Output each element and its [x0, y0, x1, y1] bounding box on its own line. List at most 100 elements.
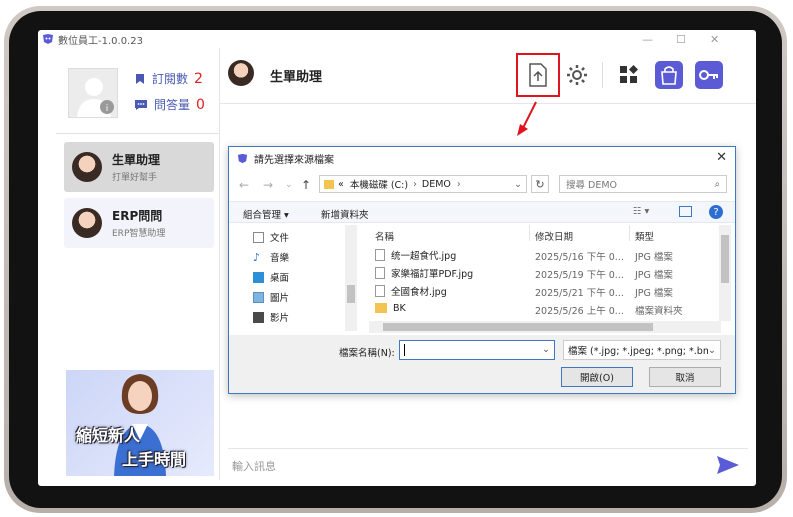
chevron-down-icon: ⌄ — [708, 344, 716, 356]
send-icon[interactable] — [716, 455, 740, 475]
search-input[interactable]: 搜尋 DEMO ⌕ — [559, 175, 727, 193]
preview-pane-icon[interactable] — [679, 206, 692, 217]
file-type: JPG 檔案 — [635, 288, 673, 299]
new-folder-button[interactable]: 新增資料夾 — [321, 207, 369, 221]
file-list-scrollbar[interactable] — [719, 225, 731, 321]
column-header-date[interactable]: 修改日期 — [535, 229, 573, 243]
tree-scroll-thumb[interactable] — [347, 285, 355, 303]
desktop-icon — [253, 271, 264, 283]
avatar[interactable]: i — [68, 68, 118, 118]
image-file-icon — [375, 249, 385, 261]
column-divider — [629, 225, 630, 241]
open-button[interactable]: 開啟(O) — [561, 367, 633, 387]
file-row[interactable]: 全國食材.jpg — [375, 283, 447, 299]
refresh-icon[interactable]: ↻ — [531, 175, 549, 193]
tree-item-videos[interactable]: 影片 — [253, 309, 289, 325]
subscriptions-stat: 訂閱數 2 — [134, 70, 203, 87]
annotation-arrow-icon — [517, 101, 537, 136]
app-window: 數位員工-1.0.0.23 — ☐ ✕ i 訂閱數 2 問答量 0 生單助理 打… — [38, 30, 756, 486]
path-dropdown-icon[interactable]: ⌄ — [514, 179, 522, 190]
shop-button[interactable] — [654, 60, 684, 90]
view-options-icon[interactable]: ☷ ▾ — [633, 206, 649, 217]
file-row[interactable]: 统一超食代.jpg — [375, 247, 456, 263]
tree-item-music[interactable]: ♪ 音樂 — [253, 249, 289, 265]
apps-grid-icon — [620, 65, 638, 83]
agent-subtitle: 打單好幫手 — [112, 173, 158, 183]
subscriptions-count: 2 — [194, 70, 203, 87]
license-key-button[interactable] — [694, 60, 724, 90]
path-segment[interactable]: 本機磁碟 (C:) — [350, 177, 408, 191]
promo-banner[interactable]: 縮短新人 上手時間 — [66, 370, 214, 476]
filetype-select[interactable]: 檔案 (*.jpg; *.jpeg; *.png; *.bm ⌄ — [563, 340, 721, 360]
subscriptions-label: 訂閱數 — [152, 72, 189, 86]
message-input[interactable]: 輸入訊息 — [232, 458, 276, 474]
settings-button[interactable] — [562, 60, 592, 90]
shopping-bag-icon — [655, 61, 683, 89]
help-icon[interactable]: ? — [709, 205, 723, 219]
questions-label: 問答量 — [154, 98, 191, 112]
column-header-type[interactable]: 類型 — [635, 229, 654, 243]
file-row[interactable]: BK — [375, 301, 406, 315]
tree-item-desktop[interactable]: 桌面 — [253, 269, 289, 285]
chat-input-bar: 輸入訊息 — [228, 448, 748, 478]
maximize-icon[interactable]: ☐ — [676, 30, 686, 48]
svg-text:i: i — [106, 104, 109, 114]
path-input[interactable]: « 本機磁碟 (C:) › DEMO › ⌄ — [319, 175, 527, 193]
dialog-toolbar: 組合管理 ▾ 新增資料夾 ☷ ▾ ? — [229, 201, 735, 223]
forward-icon[interactable]: → — [263, 178, 273, 192]
questions-stat: 問答量 0 — [134, 96, 205, 113]
agent-item-erp[interactable]: ERP問問 ERP智慧助理 — [64, 198, 214, 248]
file-date: 2025/5/21 下午 0... — [535, 288, 624, 299]
tree-item-pictures[interactable]: 圖片 — [253, 289, 289, 305]
agent-name: ERP問問 — [112, 209, 163, 223]
apps-button[interactable] — [614, 60, 644, 90]
header-avatar — [228, 60, 254, 86]
file-type: JPG 檔案 — [635, 270, 673, 281]
close-icon[interactable]: ✕ — [710, 30, 719, 48]
chat-bubble-icon — [135, 99, 147, 110]
dialog-close-icon[interactable]: ✕ — [716, 150, 727, 165]
minimize-icon[interactable]: — — [642, 30, 653, 48]
search-icon: ⌕ — [714, 178, 720, 190]
column-divider — [529, 225, 530, 241]
back-icon[interactable]: ← — [239, 178, 249, 192]
app-logo-icon — [43, 34, 53, 44]
path-segment[interactable]: DEMO — [422, 179, 451, 190]
gear-icon — [567, 65, 587, 85]
page-title: 生單助理 — [270, 70, 323, 85]
filename-input[interactable]: ⌄ — [399, 340, 555, 360]
horizontal-scrollbar[interactable] — [369, 321, 721, 333]
path-prefix: « — [338, 178, 344, 190]
organize-button[interactable]: 組合管理 ▾ — [243, 207, 289, 221]
sidebar: i 訂閱數 2 問答量 0 生單助理 打單好幫手 ERP問問 ERP智慧助理 縮… — [56, 48, 220, 480]
cancel-button[interactable]: 取消 — [649, 367, 721, 387]
picture-icon — [253, 291, 264, 303]
tree-scrollbar[interactable] — [345, 225, 357, 331]
profile-panel: i 訂閱數 2 問答量 0 — [56, 48, 220, 134]
header-divider — [602, 62, 603, 88]
file-scroll-thumb[interactable] — [721, 235, 729, 283]
navigation-tree: 文件 ♪ 音樂 桌面 圖片 影片 — [229, 225, 357, 331]
dialog-footer: 檔案名稱(N): ⌄ 檔案 (*.jpg; *.jpeg; *.png; *.b… — [229, 335, 735, 393]
chevron-down-icon[interactable]: ⌄ — [542, 344, 550, 355]
history-dropdown-icon[interactable]: ⌄ — [285, 180, 293, 190]
path-separator: › — [456, 178, 461, 190]
agent-item-order-assistant[interactable]: 生單助理 打單好幫手 — [64, 142, 214, 192]
file-date: 2025/5/26 上午 0... — [535, 306, 624, 315]
file-open-dialog: 請先選擇來源檔案 ✕ ← → ⌄ ↑ « 本機磁碟 (C:) › DEMO › … — [228, 146, 736, 394]
file-list: 名稱 修改日期 類型 统一超食代.jpg 2025/5/16 下午 0... J… — [369, 225, 731, 321]
agent-avatar — [72, 208, 102, 238]
file-type: 檔案資料夾 — [635, 306, 683, 315]
column-header-name[interactable]: 名稱 — [375, 229, 394, 243]
up-folder-icon[interactable]: ↑ — [301, 178, 311, 192]
file-row[interactable]: 家樂福訂單PDF.jpg — [375, 265, 473, 281]
agent-subtitle: ERP智慧助理 — [112, 229, 166, 239]
filename-label: 檔案名稱(N): — [339, 348, 395, 359]
dialog-title: 請先選擇來源檔案 — [254, 154, 334, 166]
tree-item-documents[interactable]: 文件 — [253, 229, 289, 245]
agent-avatar — [72, 152, 102, 182]
bookmark-icon — [136, 73, 144, 84]
horizontal-scroll-thumb[interactable] — [383, 323, 653, 331]
highlight-box — [516, 53, 560, 97]
text-cursor — [404, 344, 405, 356]
